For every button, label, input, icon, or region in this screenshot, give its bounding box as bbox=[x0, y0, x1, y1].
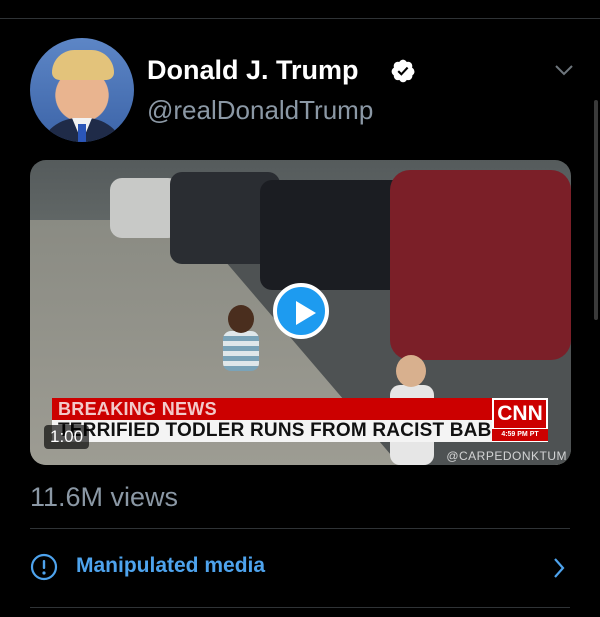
tweet-page: Donald J. Trump @realDonaldTrump BREAKIN… bbox=[0, 0, 600, 617]
video-duration: 1:00 bbox=[44, 425, 90, 449]
video-player[interactable]: BREAKING NEWS TERRIFIED TODLER RUNS FROM… bbox=[30, 160, 571, 465]
exclamation-circle-icon[interactable] bbox=[30, 553, 58, 581]
author-display-name[interactable]: Donald J. Trump bbox=[147, 55, 359, 86]
toddler-head bbox=[228, 305, 254, 333]
avatar-hair bbox=[52, 50, 114, 80]
author-handle[interactable]: @realDonaldTrump bbox=[147, 95, 373, 126]
view-count: 11.6M views bbox=[30, 482, 179, 512]
avatar[interactable] bbox=[30, 38, 134, 142]
video-frame-car bbox=[390, 170, 571, 360]
divider bbox=[30, 528, 570, 529]
network-time: 4:59 PM PT bbox=[492, 429, 548, 441]
network-logo-text: CNN bbox=[494, 400, 546, 428]
chyron-breaking-news: BREAKING NEWS bbox=[52, 398, 502, 420]
divider bbox=[30, 607, 570, 608]
top-divider bbox=[0, 18, 600, 19]
video-frame-toddler bbox=[218, 305, 262, 395]
scrollbar[interactable] bbox=[594, 100, 598, 320]
network-logo: CNN 4:59 PM PT bbox=[492, 398, 548, 442]
chevron-down-icon[interactable] bbox=[554, 63, 574, 77]
manipulated-media-link[interactable]: Manipulated media bbox=[76, 554, 265, 578]
toddler-body bbox=[223, 331, 259, 371]
toddler-head bbox=[396, 355, 426, 387]
play-button[interactable] bbox=[273, 283, 329, 339]
chevron-right-icon[interactable] bbox=[552, 557, 566, 579]
play-icon bbox=[296, 301, 316, 325]
avatar-tie bbox=[78, 124, 86, 142]
chyron-headline: TERRIFIED TODLER RUNS FROM RACIST BABY bbox=[52, 420, 504, 442]
verified-badge-icon bbox=[391, 59, 415, 83]
video-watermark: @CARPEDONKTUM bbox=[446, 449, 567, 463]
